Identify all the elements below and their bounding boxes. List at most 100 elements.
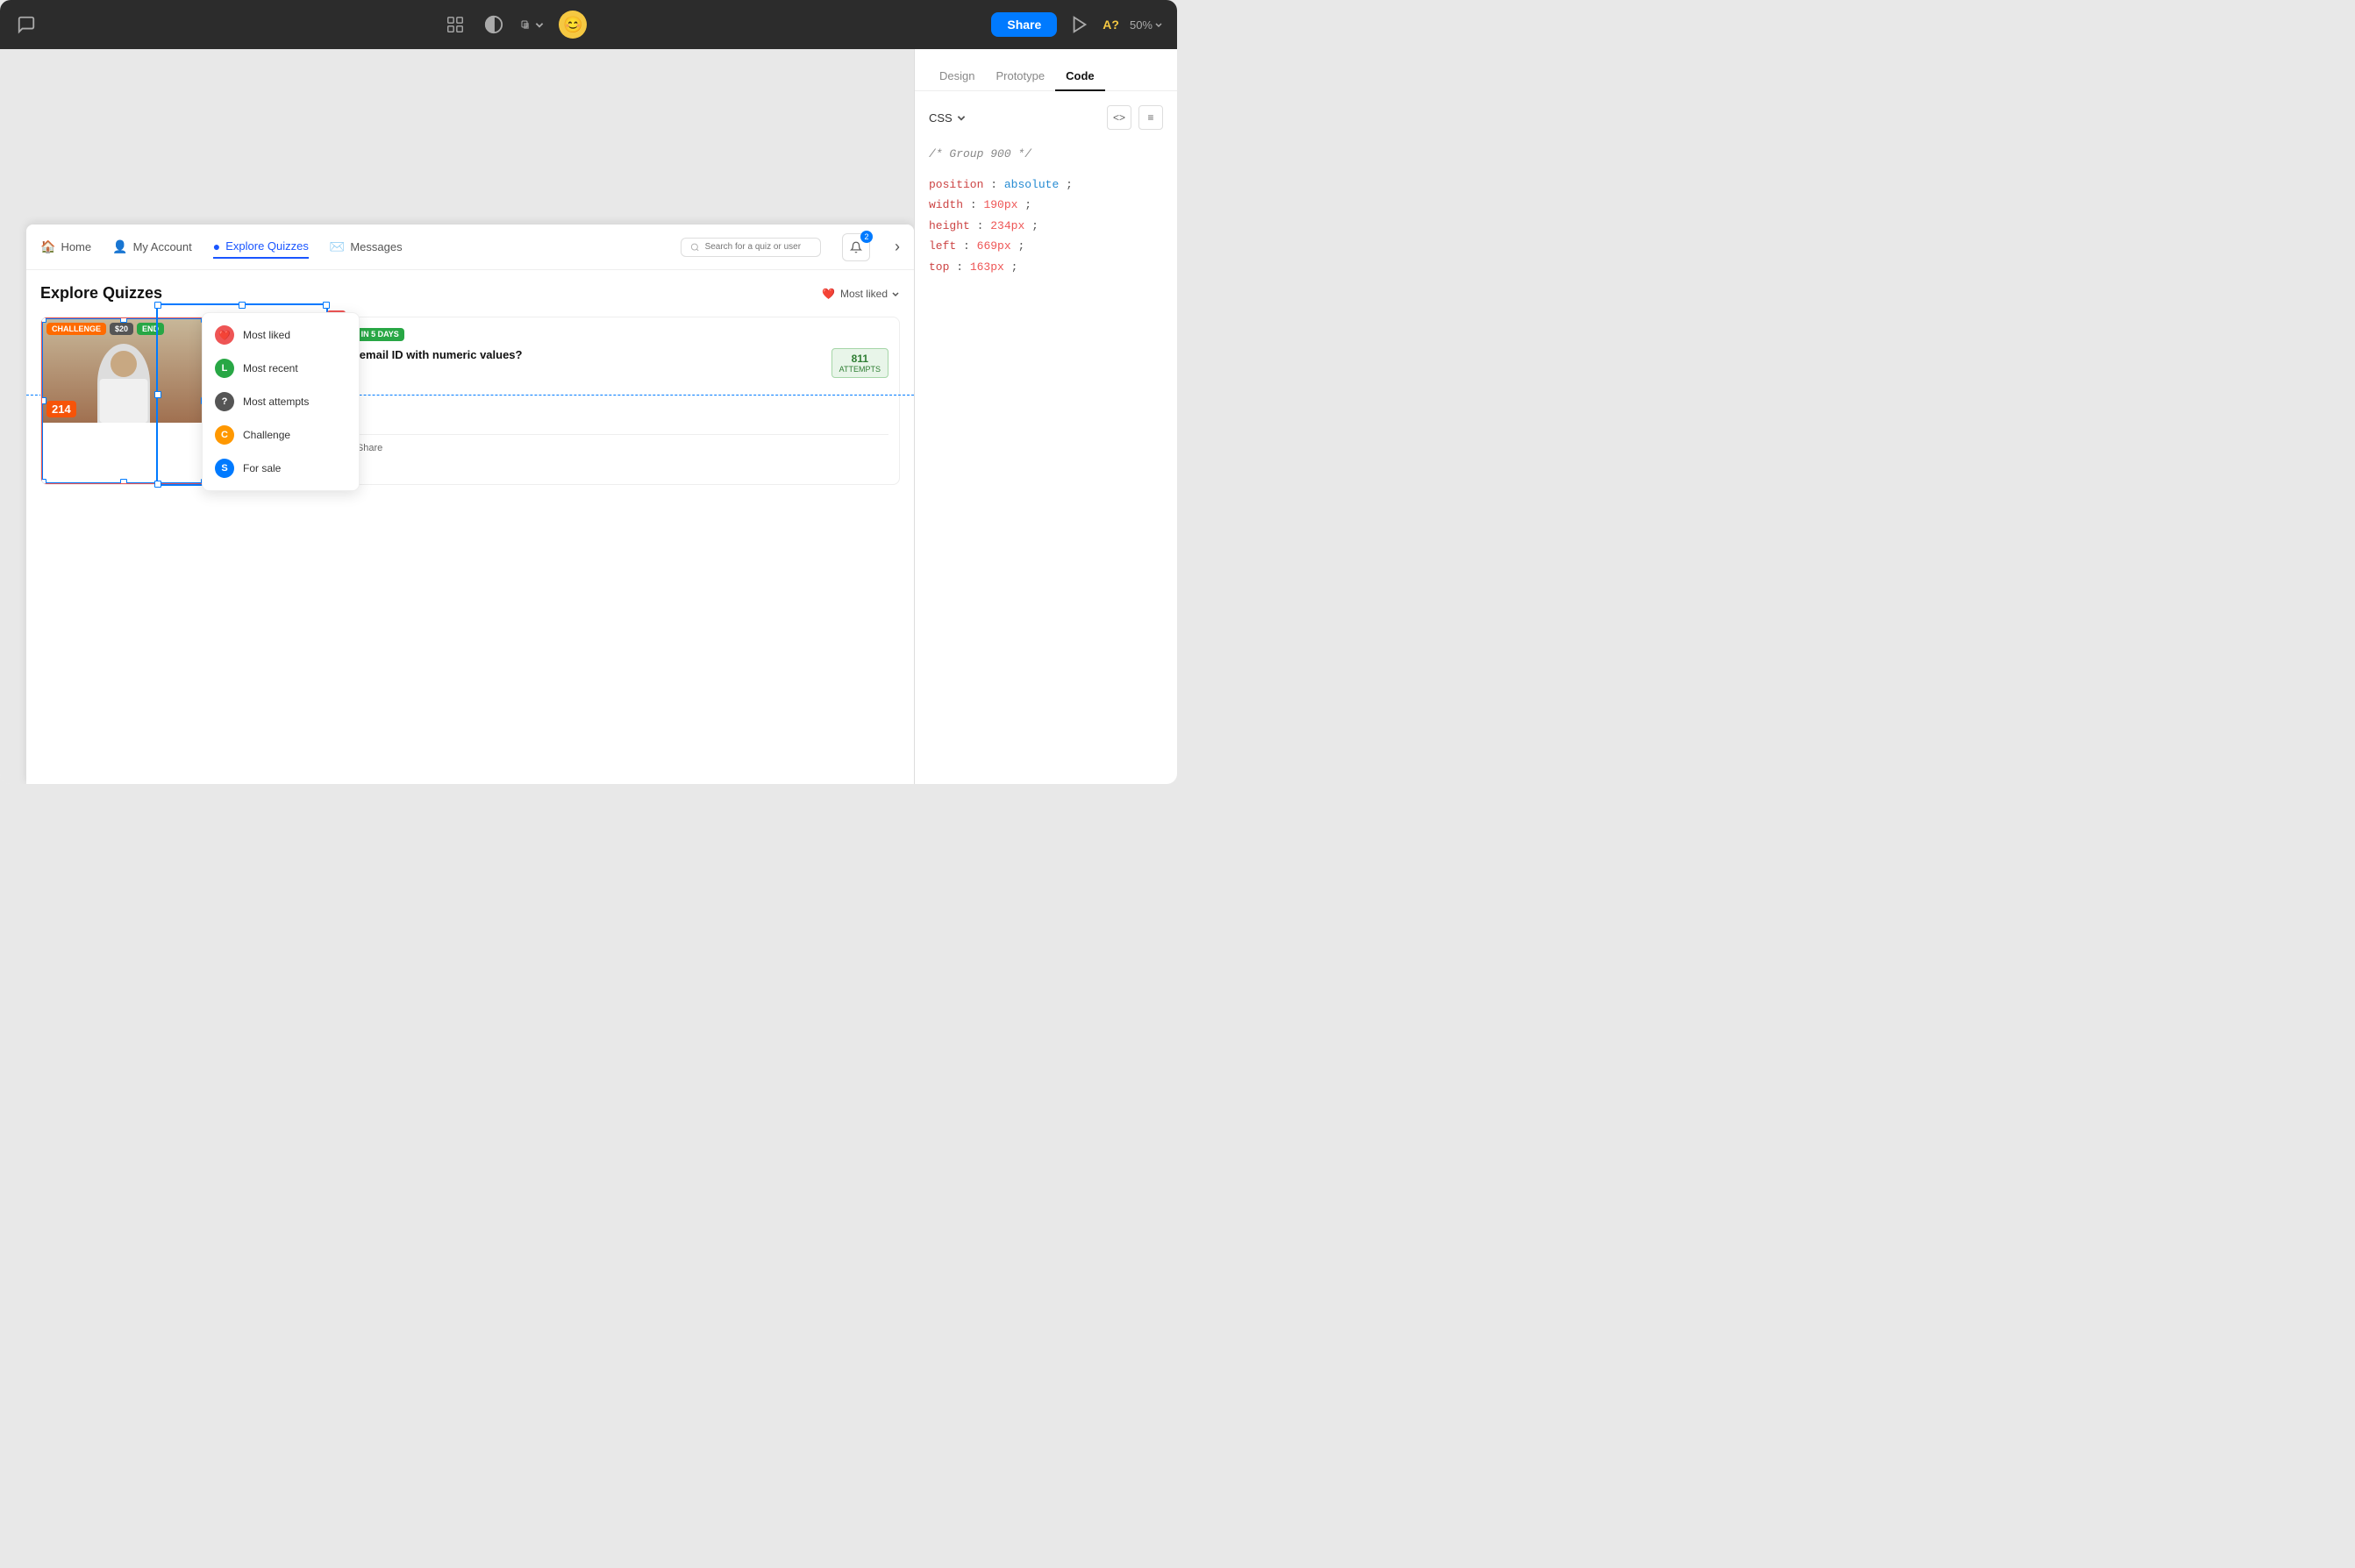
- code-line-position: position : absolute ;: [929, 175, 1163, 195]
- nav-my-account-label: My Account: [133, 240, 192, 253]
- main-area: 🏠 Home 👤 My Account ● Explore Quizzes ✉️…: [0, 49, 1177, 784]
- card1-badge-row: CHALLENGE $20 END: [41, 323, 206, 335]
- code-line-height: height : 234px ;: [929, 216, 1163, 236]
- canvas-area[interactable]: 🏠 Home 👤 My Account ● Explore Quizzes ✉️…: [0, 49, 914, 784]
- nav-search[interactable]: [681, 238, 821, 257]
- nav-explore-quizzes[interactable]: ● Explore Quizzes: [213, 236, 309, 259]
- code-line-top: top : 163px ;: [929, 257, 1163, 277]
- app-content: Explore Quizzes ❤️ Most liked ❤️: [26, 270, 914, 499]
- home-icon: 🏠: [40, 239, 55, 254]
- section-header: Explore Quizzes ❤️ Most liked: [40, 284, 900, 303]
- sort-chevron-icon: [891, 289, 900, 298]
- code-panel: CSS <> ≡ /* Group 900 */: [915, 91, 1177, 784]
- nav-explore-label: Explore Quizzes: [225, 239, 309, 253]
- css-dropdown-label: CSS: [929, 111, 953, 125]
- app-nav: 🏠 Home 👤 My Account ● Explore Quizzes ✉️…: [26, 225, 914, 270]
- resize-tm[interactable]: [239, 302, 246, 309]
- theme-icon[interactable]: [482, 12, 506, 37]
- play-icon[interactable]: [1067, 12, 1092, 37]
- code-val-position: absolute: [1004, 178, 1059, 191]
- code-menu-button[interactable]: ≡: [1138, 105, 1163, 130]
- tab-prototype[interactable]: Prototype: [985, 62, 1055, 91]
- most-liked-icon: ❤️: [215, 325, 234, 345]
- copy-icon[interactable]: [520, 12, 545, 37]
- grid-icon[interactable]: [443, 12, 467, 37]
- bell-badge: 2: [860, 231, 873, 243]
- search-icon: [690, 242, 700, 253]
- sort-dropdown[interactable]: ❤️ Most liked: [822, 288, 900, 300]
- code-prop-left: left: [929, 239, 956, 253]
- right-panel: Design Prototype Code CSS <>: [914, 49, 1177, 784]
- code-panel-header: CSS <> ≡: [929, 105, 1163, 130]
- css-chevron-icon: [956, 112, 967, 123]
- most-recent-icon: L: [215, 359, 234, 378]
- dropdown-item-most-liked[interactable]: ❤️ Most liked: [203, 318, 359, 352]
- cards-row: CHALLENGE $20 END 214: [40, 317, 900, 485]
- nav-home[interactable]: 🏠 Home: [40, 236, 91, 258]
- code-val-height: 234px: [990, 219, 1024, 232]
- sort-dropdown-menu: ❤️ Most liked L Most recent ? Most attem…: [202, 312, 360, 491]
- zoom-control[interactable]: 50%: [1130, 18, 1163, 32]
- code-prop-position: position: [929, 178, 983, 191]
- card1-rh-bl[interactable]: [40, 479, 46, 485]
- app-window: 😊 Share A? 50%: [0, 0, 1177, 784]
- sort-heart-icon: ❤️: [822, 288, 835, 300]
- card1-rh-bm[interactable]: [120, 479, 127, 485]
- code-prop-top: top: [929, 260, 949, 274]
- for-sale-icon: S: [215, 459, 234, 478]
- dropdown-item-challenge[interactable]: C Challenge: [203, 418, 359, 452]
- code-block: position : absolute ; width : 190px ; he…: [929, 175, 1163, 277]
- accessibility-button[interactable]: A?: [1103, 18, 1119, 32]
- nav-my-account[interactable]: 👤 My Account: [112, 236, 192, 258]
- toolbar-center: 😊: [443, 11, 587, 39]
- code-val-width: 190px: [983, 198, 1017, 211]
- dropdown-item-most-recent[interactable]: L Most recent: [203, 352, 359, 385]
- code-comment: /* Group 900 */: [929, 147, 1163, 160]
- card1-badge-challenge: CHALLENGE: [46, 323, 106, 335]
- code-copy-button[interactable]: <>: [1107, 105, 1131, 130]
- code-prop-height: height: [929, 219, 970, 232]
- toolbar: 😊 Share A? 50%: [0, 0, 1177, 49]
- explore-icon: ●: [213, 239, 220, 253]
- dropdown-item-most-attempts[interactable]: ? Most attempts: [203, 385, 359, 418]
- code-menu-icon: ≡: [1147, 111, 1153, 124]
- card1-count-left: 214: [46, 401, 76, 417]
- card2-attempts-badge: 811 ATTEMPTS: [831, 348, 888, 378]
- resize-tr[interactable]: [323, 302, 330, 309]
- tab-design[interactable]: Design: [929, 62, 985, 91]
- share-card-label: Share: [357, 443, 382, 453]
- css-dropdown[interactable]: CSS: [929, 111, 967, 125]
- dropdown-most-attempts-label: Most attempts: [243, 396, 309, 408]
- bell-icon: [850, 241, 862, 253]
- quiz-card-1[interactable]: CHALLENGE $20 END 214: [40, 317, 207, 485]
- code-icons: <> ≡: [1107, 105, 1163, 130]
- bell-button[interactable]: 2: [842, 233, 870, 261]
- comment-icon[interactable]: [14, 12, 39, 37]
- dropdown-challenge-label: Challenge: [243, 429, 290, 441]
- messages-icon: ✉️: [330, 239, 345, 254]
- toolbar-right: Share A? 50%: [991, 12, 1163, 37]
- section-title: Explore Quizzes: [40, 284, 162, 303]
- code-line-width: width : 190px ;: [929, 195, 1163, 215]
- user-avatar[interactable]: 😊: [559, 11, 587, 39]
- nav-messages[interactable]: ✉️ Messages: [330, 236, 403, 258]
- dropdown-for-sale-label: For sale: [243, 462, 281, 474]
- app-preview: 🏠 Home 👤 My Account ● Explore Quizzes ✉️…: [26, 225, 914, 784]
- resize-tl[interactable]: [154, 302, 161, 309]
- tab-code[interactable]: Code: [1055, 62, 1105, 91]
- share-button[interactable]: Share: [991, 12, 1057, 37]
- code-line-left: left : 669px ;: [929, 236, 1163, 256]
- sort-label: Most liked: [840, 288, 888, 300]
- code-val-left: 669px: [977, 239, 1011, 253]
- card1-badge-end: END: [137, 323, 164, 335]
- dropdown-most-recent-label: Most recent: [243, 362, 298, 374]
- panel-tabs: Design Prototype Code: [915, 49, 1177, 91]
- search-input[interactable]: [705, 242, 811, 252]
- card1-image-area: CHALLENGE $20 END 214: [41, 317, 206, 423]
- more-button[interactable]: ›: [895, 238, 900, 256]
- dropdown-most-liked-label: Most liked: [243, 329, 290, 341]
- dropdown-item-for-sale[interactable]: S For sale: [203, 452, 359, 485]
- card1-badge-price: $20: [110, 323, 133, 335]
- toolbar-left: [14, 12, 39, 37]
- nav-messages-label: Messages: [350, 240, 402, 253]
